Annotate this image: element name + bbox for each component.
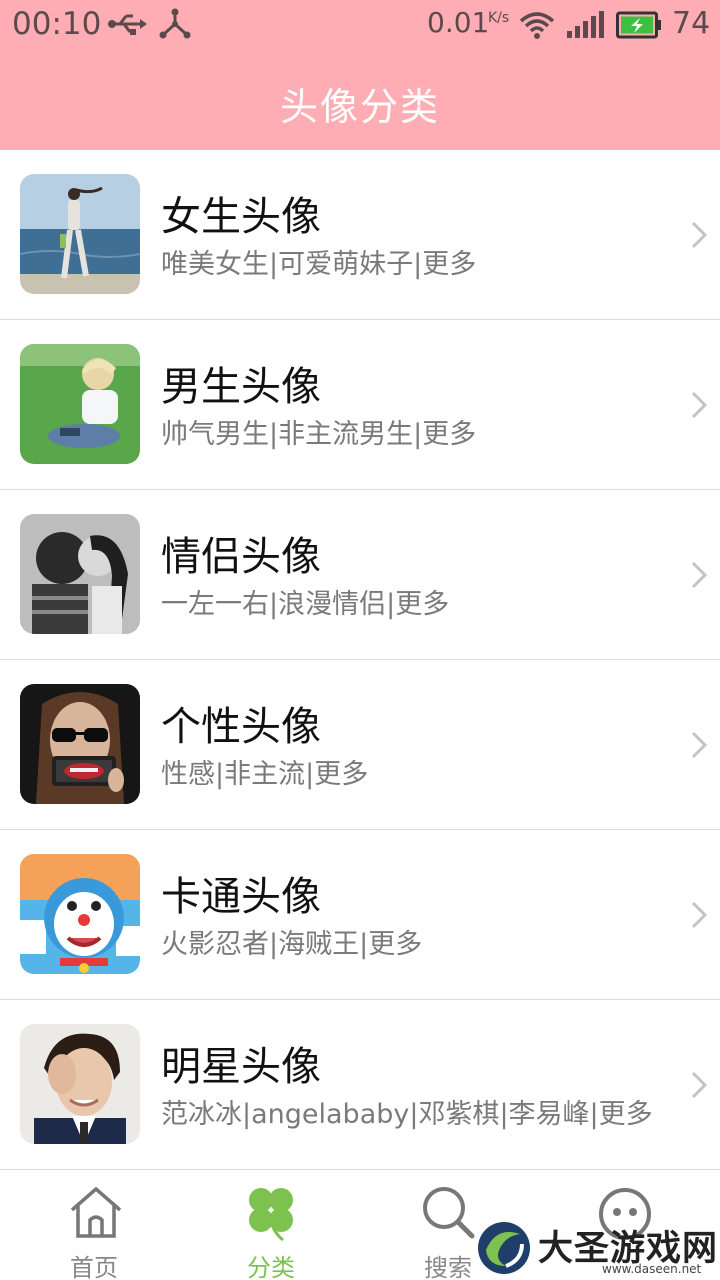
category-thumbnail <box>20 344 140 464</box>
category-subtitle: 一左一右|浪漫情侣|更多 <box>161 589 450 620</box>
category-subtitle: 帅气男生|非主流男生|更多 <box>161 419 477 450</box>
category-list: 女生头像 唯美女生|可爱萌妹子|更多 男生头像 帅气男生|非主流男生|更多 情侣… <box>0 150 720 1170</box>
category-subtitle: 范冰冰|angelababy|邓紫棋|李易峰|更多 <box>161 1099 653 1130</box>
share-icon <box>158 8 192 44</box>
watermark-url: www.daseen.net <box>602 1262 702 1276</box>
chevron-right-icon <box>690 730 708 764</box>
category-thumbnail <box>20 514 140 634</box>
category-title: 女生头像 <box>161 194 321 240</box>
page-title: 头像分类 <box>279 85 440 129</box>
category-item-cartoon[interactable]: 卡通头像 火影忍者|海贼王|更多 <box>0 830 720 1000</box>
watermark: 大圣游戏网 www.daseen.net <box>474 1214 720 1280</box>
signal-icon <box>566 11 604 43</box>
category-item-celebrity[interactable]: 明星头像 范冰冰|angelababy|邓紫棋|李易峰|更多 <box>0 1000 720 1170</box>
nav-tab-category[interactable]: 分类 <box>181 1170 361 1280</box>
category-thumbnail <box>20 854 140 974</box>
clover-icon <box>243 1184 299 1246</box>
category-item-boys[interactable]: 男生头像 帅气男生|非主流男生|更多 <box>0 320 720 490</box>
usb-icon <box>106 10 148 42</box>
status-time: 00:10 <box>12 6 102 42</box>
chevron-right-icon <box>690 1070 708 1104</box>
category-title: 情侣头像 <box>161 534 321 580</box>
category-subtitle: 性感|非主流|更多 <box>161 759 369 790</box>
chevron-right-icon <box>690 560 708 594</box>
watermark-logo-icon <box>476 1220 532 1280</box>
category-thumbnail <box>20 174 140 294</box>
chevron-right-icon <box>690 390 708 424</box>
chevron-right-icon <box>690 220 708 254</box>
category-title: 男生头像 <box>161 364 321 410</box>
category-item-couples[interactable]: 情侣头像 一左一右|浪漫情侣|更多 <box>0 490 720 660</box>
category-subtitle: 火影忍者|海贼王|更多 <box>161 929 423 960</box>
category-item-personality[interactable]: 个性头像 性感|非主流|更多 <box>0 660 720 830</box>
category-title: 卡通头像 <box>161 874 321 920</box>
chevron-right-icon <box>690 900 708 934</box>
nav-tab-home[interactable]: 首页 <box>4 1170 184 1280</box>
nav-tab-label: 首页 <box>70 1254 118 1280</box>
category-title: 明星头像 <box>161 1044 321 1090</box>
battery-icon <box>616 10 662 44</box>
status-bar: 00:10 0.01 K/s 74 <box>0 0 720 50</box>
category-title: 个性头像 <box>161 704 321 750</box>
network-speed-unit: K/s <box>488 10 510 26</box>
nav-tab-label: 分类 <box>247 1254 295 1280</box>
category-thumbnail <box>20 684 140 804</box>
category-item-girls[interactable]: 女生头像 唯美女生|可爱萌妹子|更多 <box>0 150 720 320</box>
search-icon <box>420 1184 476 1246</box>
battery-percent: 74 <box>672 6 711 41</box>
network-speed: 0.01 <box>427 6 490 39</box>
wifi-icon <box>518 10 556 44</box>
app-root: 00:10 0.01 K/s 74 头像分类 女生头像 唯美女生|可爱萌妹子|更… <box>0 0 720 1280</box>
category-subtitle: 唯美女生|可爱萌妹子|更多 <box>161 249 477 280</box>
category-thumbnail <box>20 1024 140 1144</box>
top-bar: 00:10 0.01 K/s 74 头像分类 <box>0 0 720 150</box>
home-icon <box>66 1184 126 1244</box>
